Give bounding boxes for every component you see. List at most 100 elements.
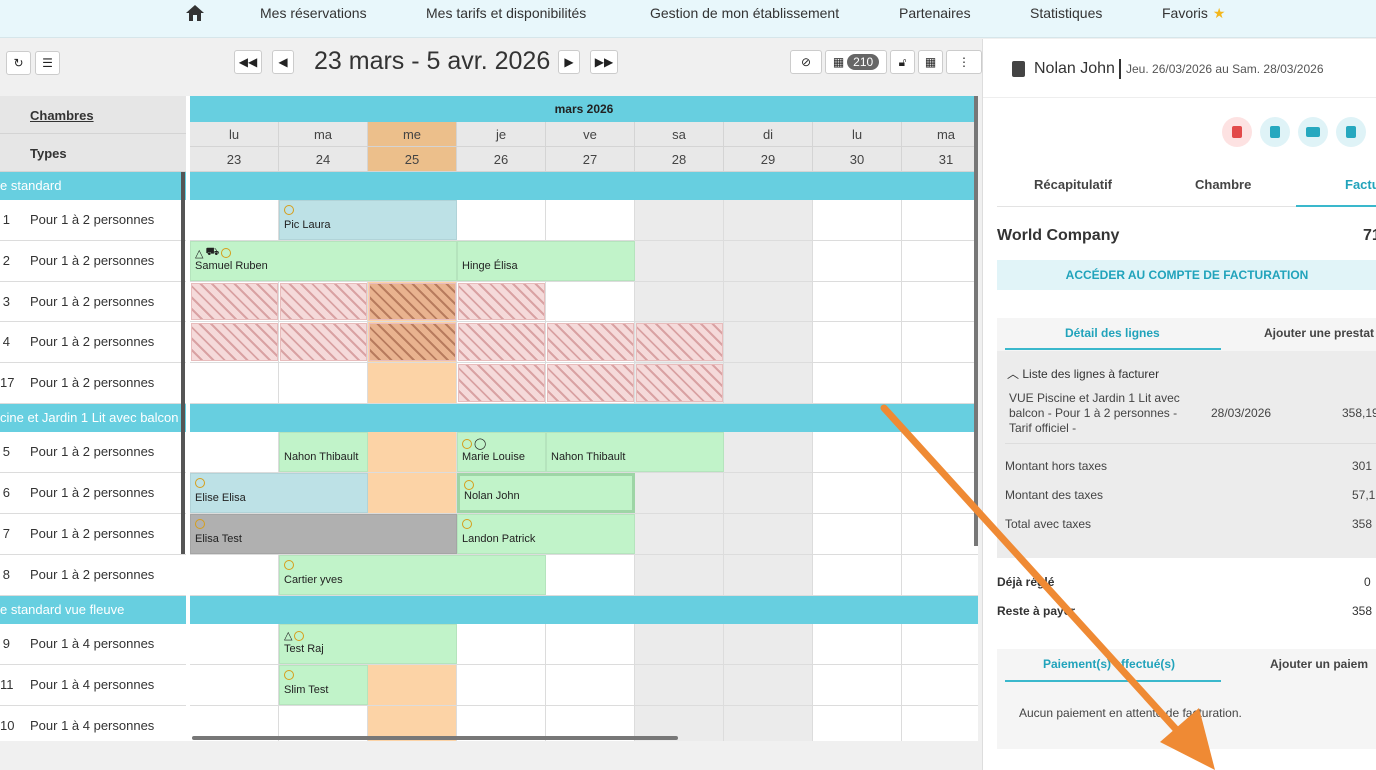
nav-rates-availability[interactable]: Mes tarifs et disponibilités <box>426 5 586 21</box>
calendar-cell[interactable] <box>813 665 902 706</box>
calendar-cell[interactable] <box>457 665 546 706</box>
calendar-cell[interactable] <box>190 555 279 596</box>
blocked-period[interactable] <box>636 364 723 402</box>
calendar-button[interactable]: ▦ <box>918 50 943 74</box>
calendar-cell[interactable] <box>724 282 813 322</box>
reservation-block[interactable]: Nahon Thibault <box>279 432 368 472</box>
calendar-cell[interactable] <box>813 200 902 241</box>
tab-summary[interactable]: Récapitulatif <box>1034 177 1112 192</box>
previous-day-button[interactable]: ◀ <box>272 50 294 74</box>
calendar-cell[interactable] <box>279 363 368 404</box>
next-day-button[interactable]: ▶ <box>558 50 580 74</box>
calendar-cell[interactable] <box>190 665 279 706</box>
hide-toggle-button[interactable]: ⊘ <box>790 50 822 74</box>
pending-bookings-button[interactable]: ▦ 210 <box>825 50 887 74</box>
calendar-cell[interactable] <box>813 555 902 596</box>
calendar-cell[interactable] <box>546 665 635 706</box>
blocked-period[interactable] <box>280 323 367 361</box>
tab-add-payment[interactable]: Ajouter un paiem <box>1270 657 1368 671</box>
calendar-cell[interactable] <box>902 665 978 706</box>
nav-statistics[interactable]: Statistiques <box>1030 5 1102 21</box>
calendar-cell[interactable] <box>368 432 457 473</box>
room-row[interactable]: 1 Pour 1 à 2 personnes <box>0 200 186 241</box>
room-row[interactable]: 8 Pour 1 à 2 personnes <box>0 555 186 596</box>
reservation-block[interactable]: Nahon Thibault <box>546 432 724 472</box>
previous-period-button[interactable]: ◀◀ <box>234 50 262 74</box>
blocked-period[interactable] <box>458 323 545 361</box>
calendar-cell[interactable] <box>813 363 902 404</box>
calendar-cell[interactable] <box>457 624 546 665</box>
calendar-cell[interactable] <box>635 200 724 241</box>
calendar-cell[interactable] <box>902 624 978 665</box>
blocked-period[interactable] <box>369 283 456 320</box>
lock-button[interactable]: 🔓︎ <box>890 50 915 74</box>
calendar-cell[interactable] <box>902 473 978 514</box>
calendar-cell[interactable] <box>368 665 457 706</box>
billing-account-button[interactable]: ACCÉDER AU COMPTE DE FACTURATION <box>997 260 1376 290</box>
calendar-cell[interactable] <box>190 200 279 241</box>
blocked-period[interactable] <box>547 364 634 402</box>
calendar-cell[interactable] <box>902 432 978 473</box>
calendar-cell[interactable] <box>813 514 902 555</box>
calendar-cell[interactable] <box>813 624 902 665</box>
room-row[interactable]: 7 Pour 1 à 2 personnes <box>0 514 186 555</box>
delete-button[interactable] <box>1222 117 1252 147</box>
calendar-cell[interactable] <box>902 200 978 241</box>
next-period-button[interactable]: ▶▶ <box>590 50 618 74</box>
nav-reservations[interactable]: Mes réservations <box>260 5 367 21</box>
calendar-cell[interactable] <box>724 706 813 741</box>
document-button[interactable] <box>1260 117 1290 147</box>
calendar-cell[interactable] <box>190 624 279 665</box>
tab-add-service[interactable]: Ajouter une prestat <box>1264 326 1374 340</box>
room-row[interactable]: 5 Pour 1 à 2 personnes <box>0 432 186 473</box>
reservation-block[interactable]: Nolan John <box>457 473 635 513</box>
blocked-period[interactable] <box>636 323 723 361</box>
blocked-period[interactable] <box>191 323 278 361</box>
room-row[interactable]: 4 Pour 1 à 2 personnes <box>0 322 186 363</box>
nav-partners[interactable]: Partenaires <box>899 5 971 21</box>
calendar-cell[interactable] <box>724 555 813 596</box>
reservation-block[interactable]: Pic Laura <box>279 200 457 240</box>
reservation-block[interactable]: Hinge Élisa <box>457 241 635 281</box>
blocked-period[interactable] <box>280 283 367 320</box>
calendar-cell[interactable] <box>724 665 813 706</box>
calendar-cell[interactable] <box>546 200 635 241</box>
calendar-cell[interactable] <box>902 282 978 322</box>
calendar-cell[interactable] <box>724 241 813 282</box>
calendar-cell[interactable] <box>546 555 635 596</box>
calendar-cell[interactable] <box>902 322 978 363</box>
nav-establishment[interactable]: Gestion de mon établissement <box>650 5 839 21</box>
reservation-block[interactable]: Landon Patrick <box>457 514 635 554</box>
nav-favorites[interactable]: Favoris ★ <box>1162 5 1225 22</box>
calendar-cell[interactable] <box>546 624 635 665</box>
room-row[interactable]: 17 Pour 1 à 2 personnes <box>0 363 186 404</box>
left-scroll-indicator[interactable] <box>181 172 185 554</box>
calendar-cell[interactable] <box>635 665 724 706</box>
calendar-cell[interactable] <box>635 473 724 514</box>
blocked-period[interactable] <box>191 283 278 320</box>
id-card-button[interactable] <box>1298 117 1328 147</box>
calendar-cell[interactable] <box>902 706 978 741</box>
blocked-period[interactable] <box>458 283 545 320</box>
blocked-period[interactable] <box>458 364 545 402</box>
tab-billing[interactable]: Factur <box>1345 177 1376 192</box>
tab-line-details[interactable]: Détail des lignes <box>1065 326 1160 340</box>
calendar-cell[interactable] <box>190 363 279 404</box>
calendar-cell[interactable] <box>724 200 813 241</box>
calendar-cell[interactable] <box>902 363 978 404</box>
reservation-block[interactable]: Elisa Test <box>190 514 457 554</box>
calendar-cell[interactable] <box>190 432 279 473</box>
room-row[interactable]: 9 Pour 1 à 4 personnes <box>0 624 186 665</box>
calendar-cell[interactable] <box>457 200 546 241</box>
calendar-cell[interactable] <box>724 322 813 363</box>
room-row[interactable]: 10 Pour 1 à 4 personnes <box>0 706 186 741</box>
room-row[interactable]: 2 Pour 1 à 2 personnes <box>0 241 186 282</box>
reservation-block[interactable]: ◯ Marie Louise <box>457 432 546 472</box>
filter-settings-button[interactable]: ☰ <box>35 51 60 75</box>
reservation-block[interactable]: △ Test Raj <box>279 624 457 664</box>
calendar-cell[interactable] <box>813 473 902 514</box>
calendar-cell[interactable] <box>635 555 724 596</box>
calendar-cell[interactable] <box>368 363 457 404</box>
calendar-cell[interactable] <box>724 624 813 665</box>
calendar-cell[interactable] <box>635 514 724 555</box>
